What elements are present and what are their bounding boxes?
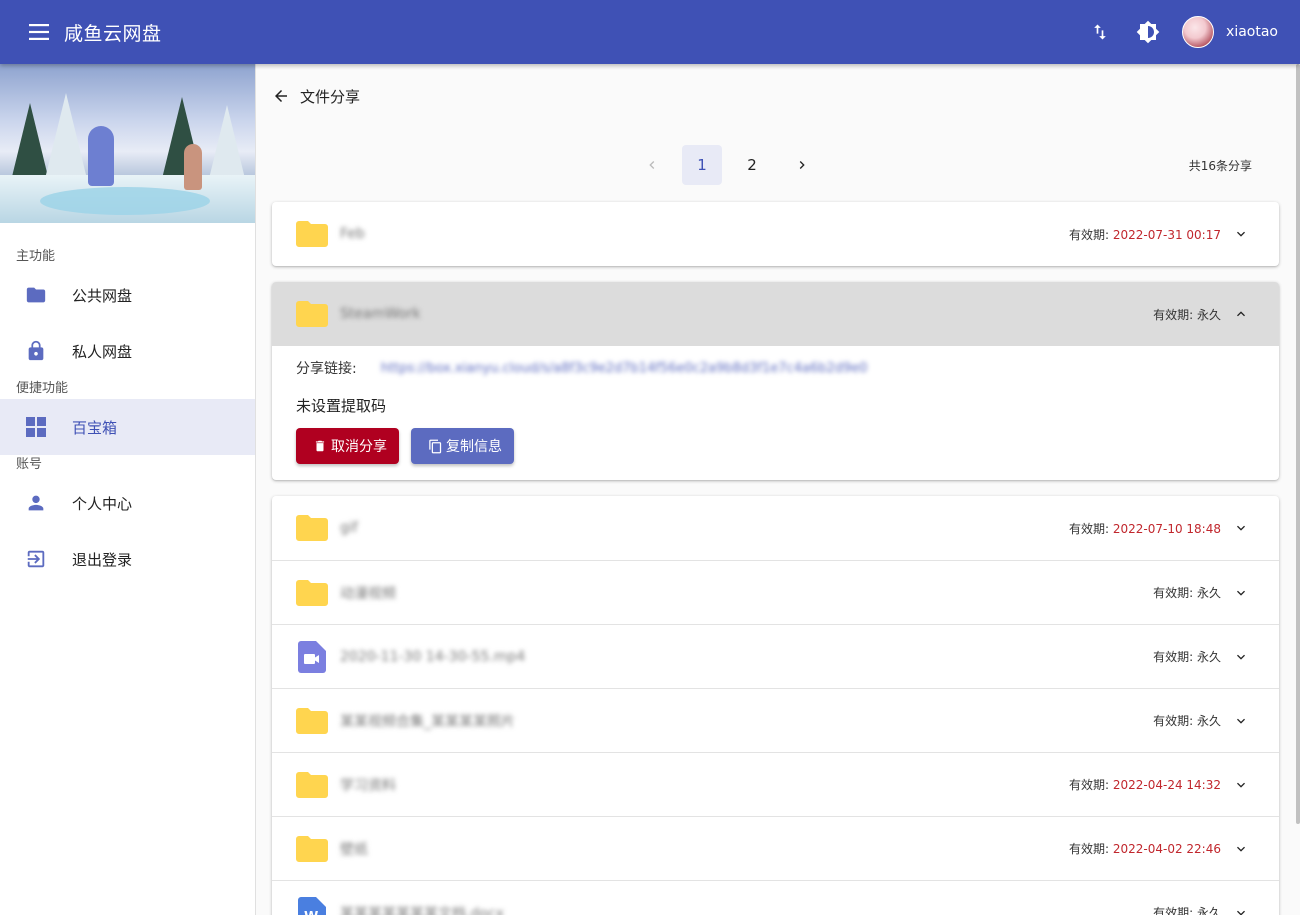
chevron-down-icon[interactable] (1229, 773, 1253, 797)
prev-page-button[interactable] (632, 145, 672, 185)
share-row[interactable]: 2020-11-30 14-30-55.mp4 有效期: 永久 (272, 624, 1279, 688)
share-row[interactable]: 学习资料 有效期: 2022-04-24 14:32 (272, 752, 1279, 816)
share-name: 某某视频合集_某某某某照片 (340, 713, 515, 730)
share-expiry: 有效期: 2022-07-10 18:48 (1068, 521, 1221, 536)
word-file-icon: W (296, 896, 328, 915)
share-card-group: gif 有效期: 2022-07-10 18:48 动漫视频 有效期: 永久 2… (272, 496, 1279, 915)
total-count: 共16条分享 (1188, 159, 1252, 173)
folder-icon (296, 577, 328, 609)
share-row[interactable]: SteamWork 有效期: 永久 (272, 282, 1279, 346)
folder-icon (296, 512, 328, 544)
share-row[interactable]: 某某视频合集_某某某某照片 有效期: 永久 (272, 688, 1279, 752)
share-name: 学习资料 (340, 777, 396, 794)
sidebar-item-label: 公共网盘 (72, 286, 133, 305)
user-menu[interactable]: xiaotao (1182, 16, 1278, 48)
theme-toggle-icon[interactable] (1128, 12, 1168, 52)
avatar (1182, 16, 1215, 48)
video-file-icon (296, 640, 328, 673)
scrollbar[interactable] (1296, 64, 1300, 824)
chevron-down-icon[interactable] (1229, 837, 1253, 861)
share-expiry: 有效期: 永久 (1153, 714, 1221, 728)
back-button[interactable]: 文件分享 (272, 82, 360, 110)
logout-icon (24, 547, 48, 571)
share-card-expanded: SteamWork 有效期: 永久 分享链接: https://box.xian… (272, 282, 1279, 480)
chevron-right-icon (799, 161, 805, 169)
share-expiry: 有效期: 永久 (1153, 650, 1221, 664)
share-expiry: 有效期: 2022-07-31 00:17 (1068, 227, 1221, 242)
folder-icon (24, 283, 48, 307)
share-card: Feb 有效期: 2022-07-31 00:17 (272, 202, 1279, 266)
section-quick-label: 便捷功能 (16, 381, 69, 396)
share-name: 2020-11-30 14-30-55.mp4 (340, 648, 526, 665)
share-name: gif (340, 520, 358, 536)
chevron-down-icon[interactable] (1229, 581, 1253, 605)
lock-icon (24, 339, 48, 363)
section-account-label: 账号 (16, 457, 43, 472)
chevron-down-icon[interactable] (1229, 645, 1253, 669)
share-name: 动漫视频 (340, 585, 396, 602)
sidebar-item-toolbox[interactable]: 百宝箱 (0, 399, 255, 455)
folder-icon (296, 218, 328, 250)
app-bar: 咸鱼云网盘 xiaotao (0, 0, 1300, 64)
sidebar-item-label: 个人中心 (72, 494, 133, 513)
share-list: Feb 有效期: 2022-07-31 00:17 SteamWork 有效期:… (272, 202, 1279, 915)
share-row[interactable]: 动漫视频 有效期: 永久 (272, 560, 1279, 624)
page-title: 文件分享 (300, 87, 361, 106)
grid-icon (24, 415, 48, 439)
folder-icon (296, 298, 328, 330)
copy-icon (427, 438, 443, 454)
app-title: 咸鱼云网盘 (64, 22, 162, 45)
share-row[interactable]: W 某某某某某某某文档.docx 有效期: 永久 (272, 880, 1279, 915)
main-content: 文件分享 1 2 共16条分享 Feb 有效期: 2022-07-31 00:1… (256, 64, 1296, 915)
chevron-down-icon[interactable] (1229, 516, 1253, 540)
folder-icon (296, 769, 328, 801)
menu-icon[interactable] (20, 12, 60, 52)
pagination: 1 2 (632, 145, 832, 185)
share-expiry: 有效期: 永久 (1153, 906, 1221, 915)
sidebar-banner-image (0, 64, 255, 223)
folder-icon (296, 705, 328, 737)
share-expiry: 有效期: 2022-04-24 14:32 (1068, 778, 1221, 792)
share-row[interactable]: Feb 有效期: 2022-07-31 00:17 (272, 202, 1279, 266)
chevron-up-icon[interactable] (1229, 302, 1253, 326)
username: xiaotao (1226, 24, 1278, 40)
sidebar-item-logout[interactable]: 退出登录 (0, 531, 255, 587)
share-row[interactable]: gif 有效期: 2022-07-10 18:48 (272, 496, 1279, 560)
transfer-icon[interactable] (1080, 12, 1120, 52)
folder-icon (296, 833, 328, 865)
sidebar-item-public[interactable]: 公共网盘 (0, 267, 255, 323)
svg-text:W: W (304, 910, 318, 915)
section-main-label: 主功能 (16, 249, 56, 264)
chevron-left-icon (649, 161, 655, 169)
sidebar-item-label: 退出登录 (72, 550, 133, 569)
sidebar: 主功能 公共网盘 私人网盘 便捷功能 百宝箱 账号 个人中心 退出登录 (0, 64, 256, 915)
share-name: SteamWork (340, 306, 421, 322)
chevron-down-icon[interactable] (1229, 222, 1253, 246)
person-icon (24, 491, 48, 515)
arrow-back-icon (275, 90, 287, 102)
chevron-down-icon[interactable] (1229, 709, 1253, 733)
next-page-button[interactable] (782, 145, 822, 185)
share-name: 壁纸 (340, 841, 368, 858)
sidebar-item-label: 私人网盘 (72, 342, 133, 361)
share-name: 某某某某某某某文档.docx (340, 905, 504, 915)
share-expiry: 有效期: 永久 (1153, 586, 1221, 600)
share-row[interactable]: 壁纸 有效期: 2022-04-02 22:46 (272, 816, 1279, 880)
sidebar-item-private[interactable]: 私人网盘 (0, 323, 255, 379)
cancel-share-button[interactable]: 取消分享 (296, 428, 399, 464)
copy-info-button[interactable]: 复制信息 (411, 428, 514, 464)
share-name: Feb (340, 226, 365, 242)
sidebar-item-label: 百宝箱 (72, 418, 118, 437)
share-expiry: 有效期: 2022-04-02 22:46 (1068, 842, 1221, 856)
page-button-1[interactable]: 1 (682, 145, 722, 185)
sidebar-item-profile[interactable]: 个人中心 (0, 475, 255, 531)
trash-icon (312, 438, 328, 454)
share-detail: 分享链接: https://box.xianyu.cloud/s/a8f3c9e… (272, 346, 1279, 480)
page-button-2[interactable]: 2 (732, 145, 772, 185)
chevron-down-icon[interactable] (1229, 901, 1253, 915)
share-expiry: 有效期: 永久 (1153, 307, 1221, 322)
share-link[interactable]: https://box.xianyu.cloud/s/a8f3c9e2d7b14… (381, 361, 891, 376)
share-link-label: 分享链接: (296, 361, 357, 377)
extract-code-status: 未设置提取码 (296, 397, 387, 415)
